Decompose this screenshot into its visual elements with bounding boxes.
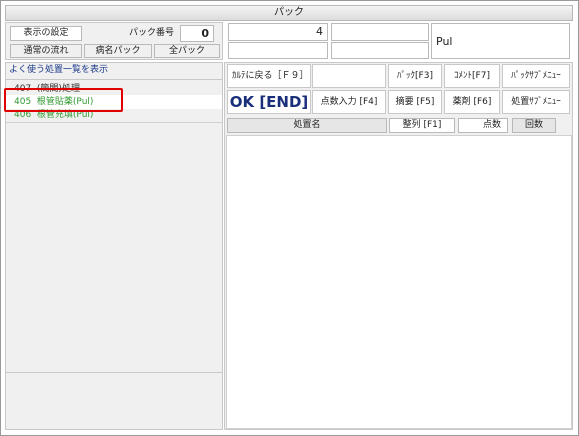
- window-title: パック: [5, 5, 573, 21]
- list-title[interactable]: よく使う処置一覧を表示: [9, 64, 219, 78]
- pul-label-field: Pul: [431, 23, 570, 59]
- treatment-sub-menu-button[interactable]: 処置ｻﾌﾞﾒﾆｭｰ: [502, 90, 570, 114]
- count-field[interactable]: 4: [228, 23, 328, 41]
- ok-end-button[interactable]: OK [END]: [227, 90, 311, 114]
- pack-number-input[interactable]: 0: [180, 25, 214, 42]
- header-field-3[interactable]: [228, 42, 328, 59]
- pack-number-label: パック番号: [128, 28, 174, 38]
- disease-pack-button[interactable]: 病名パック: [84, 44, 152, 58]
- header-field-4[interactable]: [331, 42, 429, 59]
- header-field-2[interactable]: [331, 23, 429, 41]
- sort-button[interactable]: 整列 [F1]: [389, 118, 455, 133]
- treatment-table-body[interactable]: [226, 135, 572, 429]
- command-blank-cell: [312, 64, 386, 88]
- column-header-count: 回数: [512, 118, 556, 133]
- points-input-button[interactable]: 点数入力 [F4]: [312, 90, 386, 114]
- pack-button[interactable]: ﾊﾟｯｸ[F3]: [388, 64, 442, 88]
- list-divider: [6, 79, 222, 80]
- column-header-points: 点数: [458, 118, 508, 133]
- summary-button[interactable]: 摘要 [F5]: [388, 90, 442, 114]
- column-header-name: 処置名: [227, 118, 387, 133]
- pack-sub-menu-button[interactable]: ﾊﾟｯｸｻﾌﾞﾒﾆｭｰ: [502, 64, 570, 88]
- all-pack-button[interactable]: 全パック: [154, 44, 220, 58]
- highlight-box: [4, 88, 123, 112]
- settings-button[interactable]: 表示の設定: [10, 26, 82, 41]
- panel-divider: [6, 372, 222, 373]
- back-to-karte-button[interactable]: ｶﾙﾃに戻る［Ｆ９］: [227, 64, 311, 88]
- comment-button[interactable]: ｺﾒﾝﾄ[F7]: [444, 64, 500, 88]
- medicine-button[interactable]: 薬剤 [F6]: [444, 90, 500, 114]
- list-divider: [6, 122, 222, 123]
- normal-flow-button[interactable]: 通常の流れ: [10, 44, 82, 58]
